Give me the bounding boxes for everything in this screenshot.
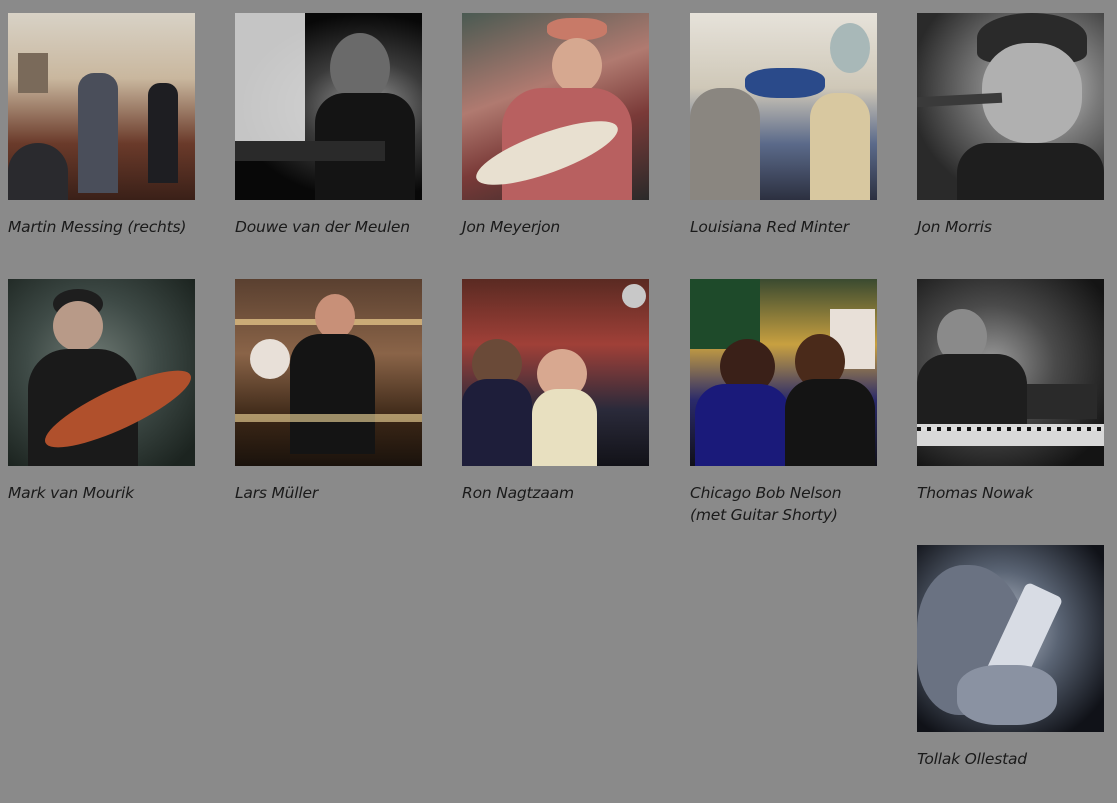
musician-photo[interactable] xyxy=(690,279,877,466)
musician-name: Mark van Mourik xyxy=(8,484,134,502)
musician-name: Ron Nagtzaam xyxy=(462,484,574,502)
musician-card[interactable]: Mark van Mourik xyxy=(8,279,196,504)
musician-card[interactable]: Tollak Ollestad xyxy=(917,545,1105,770)
musician-photo[interactable] xyxy=(690,13,877,200)
musician-card[interactable]: Jon Meyerjon xyxy=(462,13,650,238)
musician-card[interactable]: Douwe van der Meulen xyxy=(235,13,423,238)
musician-name: Jon Meyerjon xyxy=(462,218,561,236)
musician-card[interactable]: Martin Messing (rechts) xyxy=(8,13,196,238)
musician-photo[interactable] xyxy=(917,279,1104,466)
musician-name: Douwe van der Meulen xyxy=(235,218,410,236)
musician-photo[interactable] xyxy=(8,279,195,466)
musician-photo[interactable] xyxy=(235,279,422,466)
musician-card[interactable]: Jon Morris xyxy=(917,13,1105,238)
musician-photo[interactable] xyxy=(462,279,649,466)
musician-card[interactable]: Thomas Nowak xyxy=(917,279,1105,504)
musician-card[interactable]: Chicago Bob Nelson (met Guitar Shorty) xyxy=(690,279,878,526)
musician-name: Chicago Bob Nelson (met Guitar Shorty) xyxy=(690,484,842,524)
musician-name: Lars Müller xyxy=(235,484,319,502)
musician-card[interactable]: Louisiana Red Minter xyxy=(690,13,878,238)
musician-name: Jon Morris xyxy=(917,218,992,236)
musician-name: Thomas Nowak xyxy=(917,484,1034,502)
musician-name: Louisiana Red Minter xyxy=(690,218,849,236)
musician-photo[interactable] xyxy=(917,545,1104,732)
musician-photo[interactable] xyxy=(8,13,195,200)
musician-name: Tollak Ollestad xyxy=(917,750,1027,768)
musician-photo[interactable] xyxy=(235,13,422,200)
musician-card[interactable]: Ron Nagtzaam xyxy=(462,279,650,504)
musician-name: Martin Messing (rechts) xyxy=(8,218,187,236)
musician-gallery: Martin Messing (rechts) Douwe van der Me… xyxy=(0,0,1117,803)
musician-card[interactable]: Lars Müller xyxy=(235,279,423,504)
musician-photo[interactable] xyxy=(462,13,649,200)
musician-photo[interactable] xyxy=(917,13,1104,200)
